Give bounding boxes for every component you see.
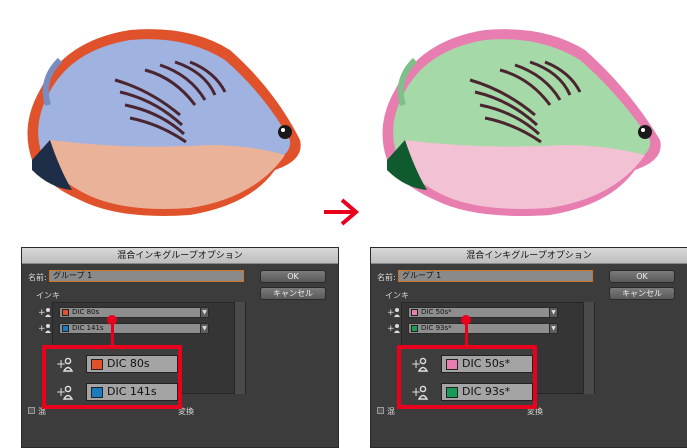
svg-text:+: + <box>38 308 46 318</box>
dialog-title: 混合インキグループオプション <box>371 248 687 264</box>
ink-select-2[interactable]: DIC 93s* ▼ <box>408 323 558 334</box>
cancel-button[interactable]: キャンセル <box>260 287 326 300</box>
chevron-down-icon[interactable]: ▼ <box>549 307 558 318</box>
zoom-ink-field: DIC 80s <box>86 355 178 373</box>
chevron-down-icon[interactable]: ▼ <box>549 323 558 334</box>
ink-add-icon[interactable]: + <box>38 322 52 334</box>
chevron-down-icon[interactable]: ▼ <box>200 307 209 318</box>
ink-swatch <box>411 325 418 332</box>
ink-swatch <box>62 325 69 332</box>
ink-select-1[interactable]: DIC 80s ▼ <box>59 307 209 318</box>
callout-line <box>465 320 468 346</box>
zoom-ink-label: DIC 80s <box>107 357 150 370</box>
svg-text:+: + <box>56 385 66 399</box>
name-input[interactable]: グループ 1 <box>49 270 244 282</box>
ink-list-scrollbar[interactable] <box>234 302 245 394</box>
zoom-ink-label: DIC 141s <box>107 385 157 398</box>
ink-select-label: DIC 50s* <box>421 308 452 316</box>
name-label: 名前: <box>377 273 396 282</box>
fish-illustration-after <box>365 20 675 220</box>
right-arrow-icon <box>322 198 360 226</box>
zoom-row: + DIC 93s* <box>401 380 533 404</box>
zoom-callout-after: + DIC 50s* + DIC 93s* <box>397 345 537 409</box>
dialog-title: 混合インキグループオプション <box>22 248 338 264</box>
zoom-row: + DIC 141s <box>46 380 178 404</box>
svg-text:+: + <box>38 324 46 334</box>
ink-add-icon[interactable]: + <box>38 306 52 318</box>
ink-label: インキ <box>36 291 60 300</box>
ink-add-icon[interactable]: + <box>387 322 401 334</box>
ink-swatch <box>446 387 458 398</box>
ink-select-1[interactable]: DIC 50s* ▼ <box>408 307 558 318</box>
chevron-down-icon[interactable]: ▼ <box>200 323 209 334</box>
svg-text:+: + <box>56 357 66 371</box>
zoom-callout-before: + DIC 80s + DIC 141s <box>42 345 182 409</box>
ink-swatch <box>91 387 103 398</box>
ink-swatch <box>446 359 458 370</box>
svg-text:+: + <box>387 324 395 334</box>
zoom-ink-field: DIC 141s <box>86 383 178 401</box>
name-input[interactable]: グループ 1 <box>398 270 593 282</box>
ok-button[interactable]: OK <box>609 270 675 283</box>
ink-label: インキ <box>385 291 409 300</box>
checkbox-label-start: 混 <box>387 407 395 416</box>
ink-swatch <box>91 359 103 370</box>
ink-select-label: DIC 80s <box>72 308 100 316</box>
fish-illustration-before <box>10 20 310 220</box>
ink-select-2[interactable]: DIC 141s ▼ <box>59 323 209 334</box>
zoom-row: + DIC 80s <box>46 352 178 376</box>
convert-checkbox[interactable] <box>28 407 35 414</box>
ink-add-icon: + <box>411 385 429 400</box>
ink-list-scrollbar[interactable] <box>583 302 594 394</box>
ink-add-icon: + <box>56 385 74 400</box>
zoom-ink-field: DIC 50s* <box>441 355 533 373</box>
ok-button[interactable]: OK <box>260 270 326 283</box>
svg-text:+: + <box>411 357 421 371</box>
svg-text:+: + <box>411 385 421 399</box>
ink-add-icon: + <box>411 357 429 372</box>
zoom-row: + DIC 50s* <box>401 352 533 376</box>
cancel-button[interactable]: キャンセル <box>609 287 675 300</box>
svg-text:+: + <box>387 308 395 318</box>
zoom-ink-label: DIC 50s* <box>462 357 511 370</box>
convert-checkbox[interactable] <box>377 407 384 414</box>
zoom-ink-label: DIC 93s* <box>462 385 511 398</box>
ink-select-label: DIC 93s* <box>421 324 452 332</box>
callout-line <box>111 320 114 346</box>
ink-add-icon[interactable]: + <box>387 306 401 318</box>
ink-select-label: DIC 141s <box>72 324 104 332</box>
name-label: 名前: <box>28 273 47 282</box>
zoom-ink-field: DIC 93s* <box>441 383 533 401</box>
ink-swatch <box>62 309 69 316</box>
ink-add-icon: + <box>56 357 74 372</box>
ink-swatch <box>411 309 418 316</box>
